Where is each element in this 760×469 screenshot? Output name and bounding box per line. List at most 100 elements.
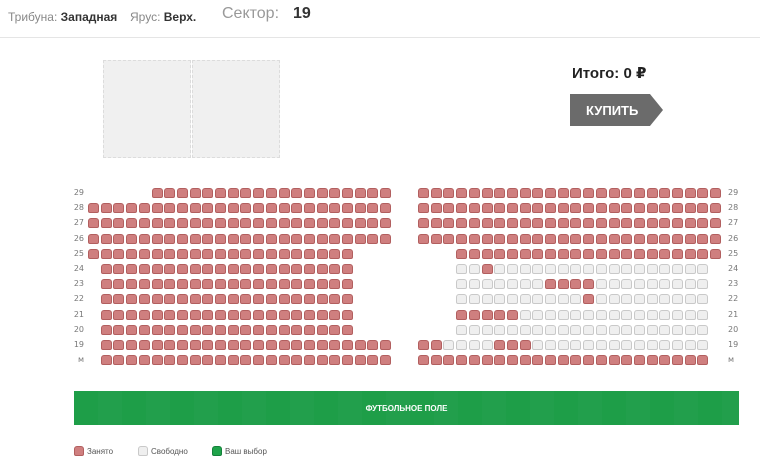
seat-free[interactable] xyxy=(545,340,556,350)
seat-free[interactable] xyxy=(557,294,569,304)
seat-occupied[interactable] xyxy=(633,355,645,365)
seat-occupied[interactable] xyxy=(342,188,353,198)
seat-occupied[interactable] xyxy=(176,310,188,320)
seat-occupied[interactable] xyxy=(583,188,595,198)
seat-occupied[interactable] xyxy=(418,218,429,228)
seat-free[interactable] xyxy=(468,325,480,335)
seat-free[interactable] xyxy=(672,294,683,304)
seat-occupied[interactable] xyxy=(329,310,341,320)
seat-occupied[interactable] xyxy=(202,249,214,259)
seat-occupied[interactable] xyxy=(468,355,480,365)
seat-occupied[interactable] xyxy=(595,203,607,213)
seat-free[interactable] xyxy=(494,264,506,274)
seat-occupied[interactable] xyxy=(557,188,569,198)
seat-occupied[interactable] xyxy=(710,218,722,228)
seat-free[interactable] xyxy=(532,264,544,274)
seat-occupied[interactable] xyxy=(278,279,290,289)
seat-occupied[interactable] xyxy=(126,264,138,274)
seat-free[interactable] xyxy=(621,264,633,274)
seat-occupied[interactable] xyxy=(697,249,709,259)
seat-occupied[interactable] xyxy=(456,355,468,365)
seat-occupied[interactable] xyxy=(456,218,468,228)
seat-occupied[interactable] xyxy=(329,340,341,350)
seat-free[interactable] xyxy=(595,279,607,289)
seat-occupied[interactable] xyxy=(697,218,709,228)
seat-occupied[interactable] xyxy=(176,188,188,198)
seat-free[interactable] xyxy=(583,310,595,320)
seat-occupied[interactable] xyxy=(265,264,277,274)
seat-occupied[interactable] xyxy=(672,203,683,213)
seat-occupied[interactable] xyxy=(240,340,252,350)
seat-occupied[interactable] xyxy=(278,249,290,259)
seat-occupied[interactable] xyxy=(583,279,595,289)
seat-occupied[interactable] xyxy=(481,234,493,244)
seat-occupied[interactable] xyxy=(430,188,442,198)
seat-occupied[interactable] xyxy=(126,325,138,335)
seat-occupied[interactable] xyxy=(164,264,176,274)
seat-occupied[interactable] xyxy=(570,249,582,259)
seat-occupied[interactable] xyxy=(354,203,366,213)
seat-occupied[interactable] xyxy=(291,203,303,213)
seat-occupied[interactable] xyxy=(265,218,277,228)
seat-occupied[interactable] xyxy=(278,325,290,335)
seat-free[interactable] xyxy=(532,279,544,289)
seat-occupied[interactable] xyxy=(329,234,341,244)
seat-free[interactable] xyxy=(621,294,633,304)
seat-occupied[interactable] xyxy=(265,310,277,320)
seat-occupied[interactable] xyxy=(430,355,442,365)
seat-occupied[interactable] xyxy=(88,218,99,228)
seat-occupied[interactable] xyxy=(138,279,150,289)
seat-occupied[interactable] xyxy=(659,249,671,259)
seat-free[interactable] xyxy=(481,279,493,289)
seat-occupied[interactable] xyxy=(583,355,595,365)
seat-occupied[interactable] xyxy=(113,249,125,259)
seat-free[interactable] xyxy=(646,279,658,289)
seat-occupied[interactable] xyxy=(227,188,239,198)
seat-occupied[interactable] xyxy=(697,355,709,365)
seat-occupied[interactable] xyxy=(329,264,341,274)
seat-occupied[interactable] xyxy=(138,325,150,335)
seat-occupied[interactable] xyxy=(240,310,252,320)
seat-occupied[interactable] xyxy=(176,234,188,244)
seat-occupied[interactable] xyxy=(316,264,328,274)
seat-occupied[interactable] xyxy=(608,188,620,198)
seat-occupied[interactable] xyxy=(481,203,493,213)
seat-occupied[interactable] xyxy=(189,218,201,228)
seat-occupied[interactable] xyxy=(583,294,595,304)
seat-free[interactable] xyxy=(595,340,607,350)
seat-free[interactable] xyxy=(506,264,518,274)
seat-occupied[interactable] xyxy=(202,188,214,198)
seat-occupied[interactable] xyxy=(494,249,506,259)
seat-occupied[interactable] xyxy=(126,218,138,228)
seat-occupied[interactable] xyxy=(215,294,226,304)
seat-occupied[interactable] xyxy=(367,188,379,198)
seat-free[interactable] xyxy=(519,310,531,320)
seat-occupied[interactable] xyxy=(608,355,620,365)
seat-occupied[interactable] xyxy=(519,340,531,350)
seat-occupied[interactable] xyxy=(164,340,176,350)
seat-occupied[interactable] xyxy=(430,218,442,228)
seat-occupied[interactable] xyxy=(151,294,163,304)
seat-occupied[interactable] xyxy=(418,340,429,350)
seat-occupied[interactable] xyxy=(138,234,150,244)
seat-free[interactable] xyxy=(608,325,620,335)
seat-occupied[interactable] xyxy=(342,325,353,335)
seat-occupied[interactable] xyxy=(316,203,328,213)
seat-occupied[interactable] xyxy=(227,294,239,304)
seat-occupied[interactable] xyxy=(215,355,226,365)
seat-occupied[interactable] xyxy=(240,234,252,244)
seat-occupied[interactable] xyxy=(570,203,582,213)
seat-occupied[interactable] xyxy=(570,188,582,198)
seat-occupied[interactable] xyxy=(646,234,658,244)
seat-free[interactable] xyxy=(684,325,696,335)
seat-occupied[interactable] xyxy=(202,310,214,320)
seat-occupied[interactable] xyxy=(215,249,226,259)
seat-occupied[interactable] xyxy=(138,310,150,320)
seat-free[interactable] xyxy=(570,340,582,350)
seat-occupied[interactable] xyxy=(380,355,392,365)
seat-occupied[interactable] xyxy=(367,340,379,350)
seat-occupied[interactable] xyxy=(215,203,226,213)
seat-occupied[interactable] xyxy=(621,188,633,198)
seat-occupied[interactable] xyxy=(506,234,518,244)
seat-free[interactable] xyxy=(621,310,633,320)
